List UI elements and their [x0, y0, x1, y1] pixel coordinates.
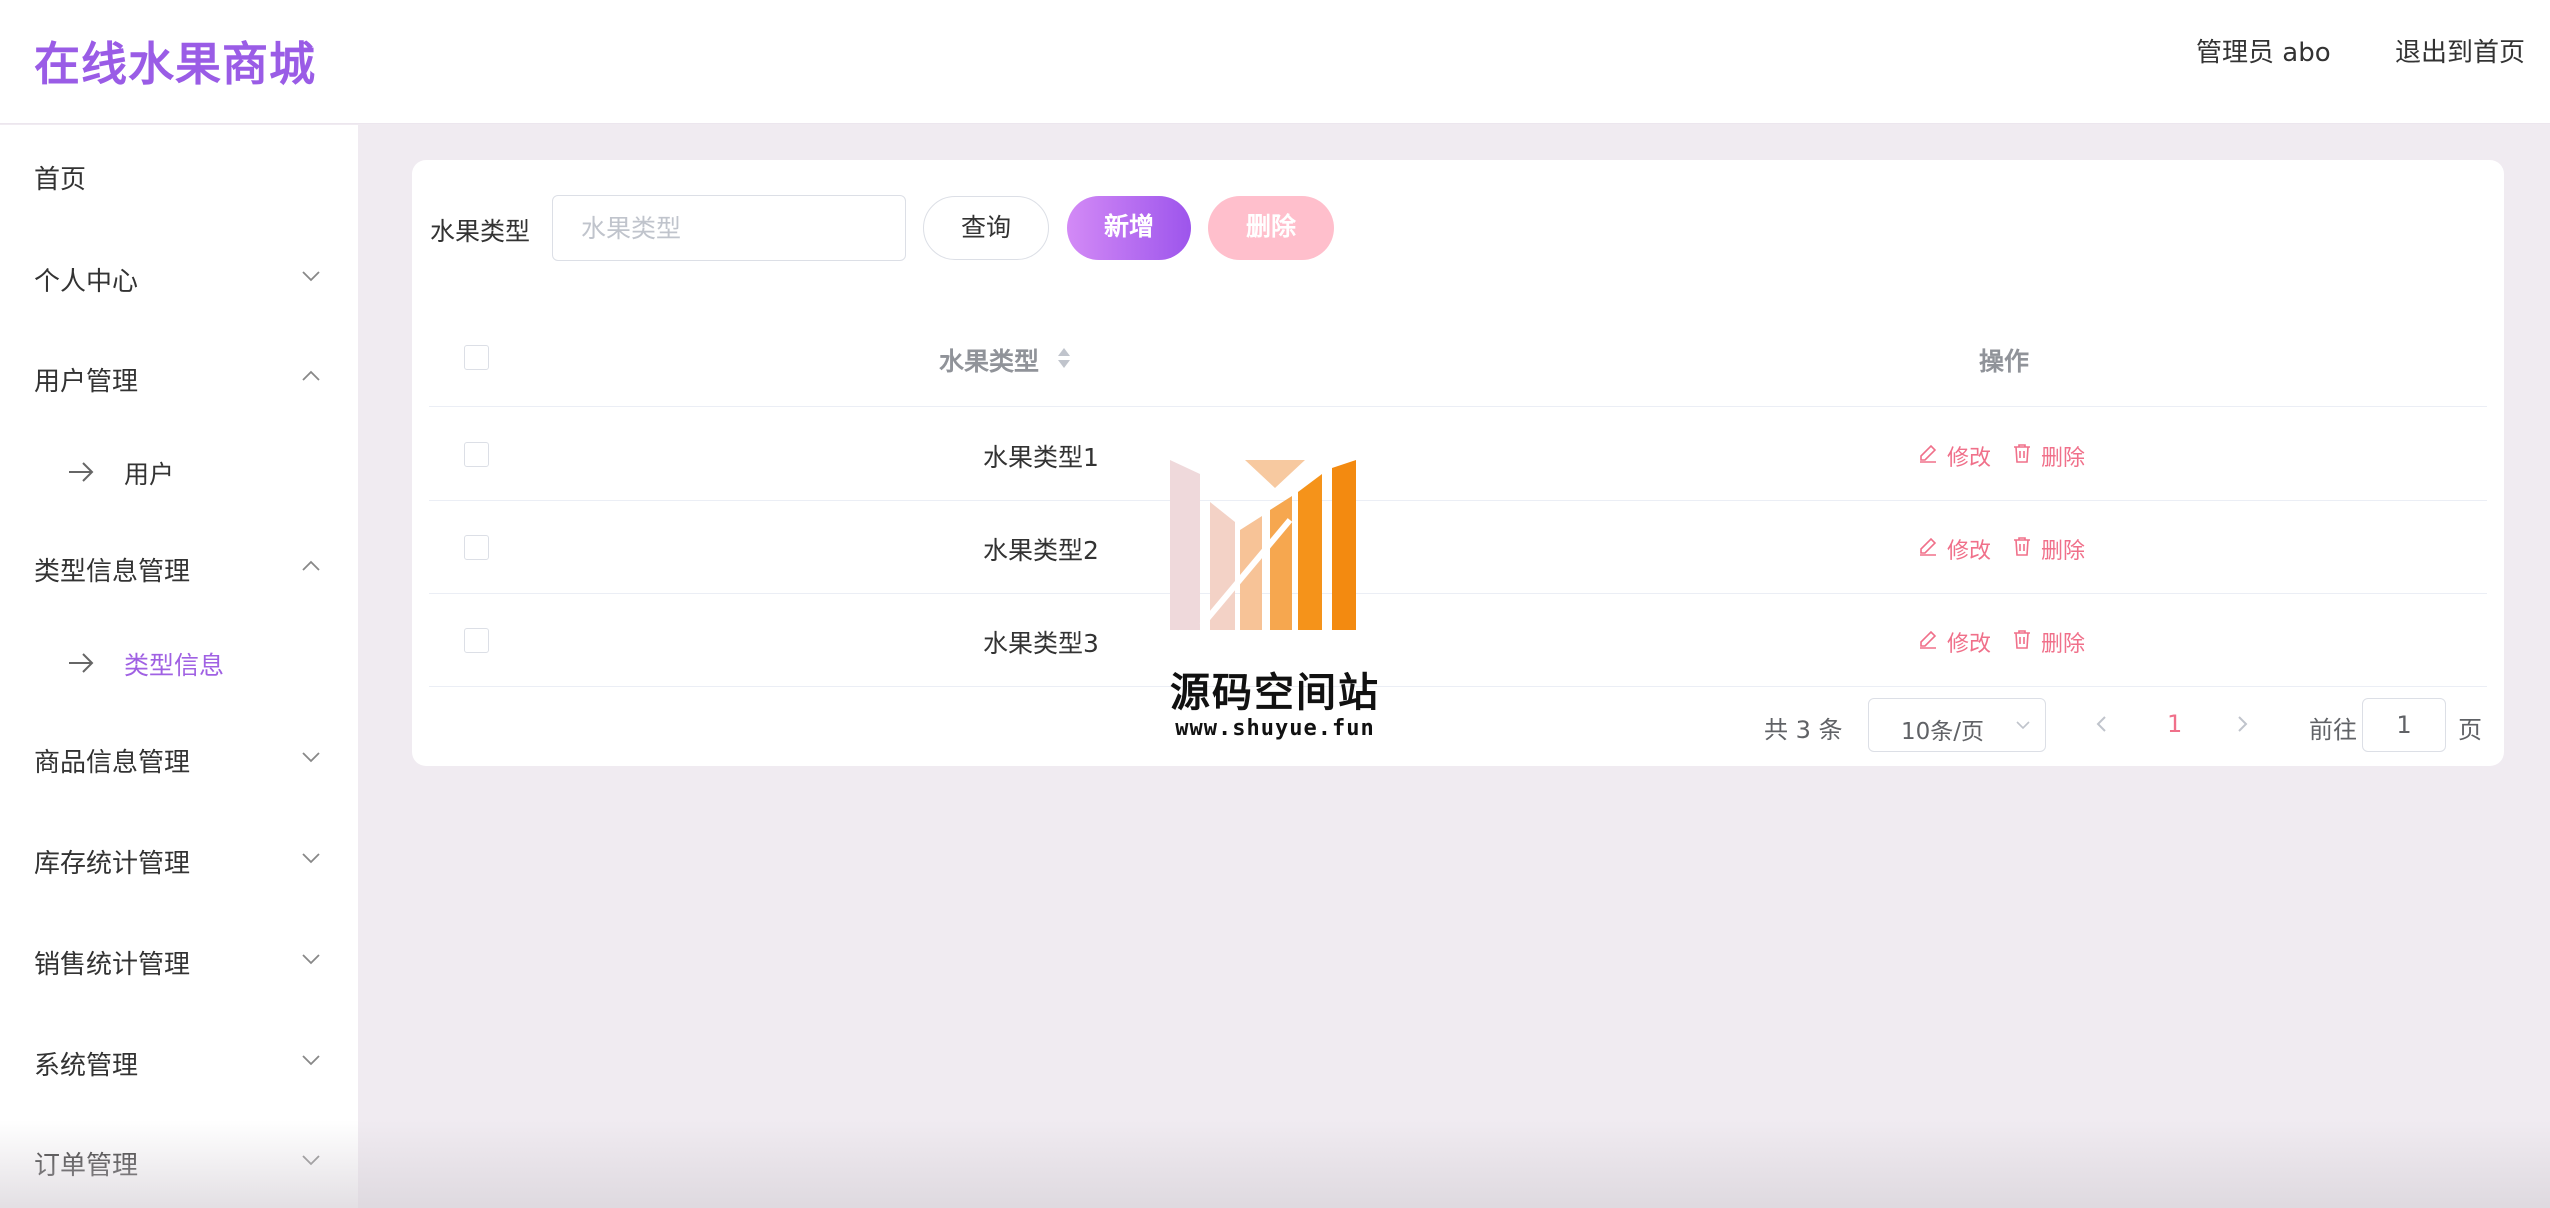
sidebar-item-label: 用户管理 — [34, 367, 139, 397]
fruit-type-search-input[interactable] — [552, 195, 906, 261]
watermark-url: www.shuyue.fun — [1175, 716, 1375, 741]
delete-label: 删除 — [2041, 539, 2086, 564]
delete-button[interactable]: 删除 — [2011, 626, 2087, 657]
sidebar-item-personal-center[interactable]: 个人中心 — [0, 247, 358, 307]
sidebar-subitem-label: 类型信息 — [124, 651, 225, 680]
arrow-right-icon — [69, 462, 94, 482]
column-header-fruit-type: 水果类型 — [939, 347, 1040, 376]
row-checkbox[interactable] — [464, 628, 489, 653]
row-checkbox[interactable] — [464, 442, 489, 467]
sidebar-item-label: 类型信息管理 — [34, 557, 191, 587]
trash-icon — [2014, 630, 2030, 649]
sidebar-item-order-management[interactable]: 订单管理 — [0, 1131, 358, 1191]
sidebar-item-home[interactable]: 首页 — [0, 145, 358, 205]
delete-label: 删除 — [2041, 632, 2086, 657]
goto-suffix: 页 — [2458, 716, 2482, 744]
arrow-right-icon — [69, 653, 94, 673]
page-number-current[interactable]: 1 — [2167, 710, 2182, 738]
sidebar-subitem-type-info[interactable]: 类型信息 — [0, 632, 358, 692]
chevron-up-icon — [302, 560, 320, 571]
table-row: 水果类型3 修改 删除 — [429, 594, 2487, 687]
edit-icon — [1920, 630, 1937, 649]
edit-icon — [1920, 537, 1937, 556]
column-header-actions: 操作 — [1979, 347, 2030, 376]
edit-button[interactable]: 修改 — [1917, 533, 1993, 564]
edit-icon — [1920, 444, 1937, 463]
content-card: 水果类型 查询 新增 删除 水果类型 操作 水果类型1 修改 删除 — [412, 160, 2504, 766]
watermark-title: 源码空间站 — [1170, 670, 1380, 716]
sidebar-item-label: 商品信息管理 — [34, 748, 191, 778]
batch-delete-button[interactable]: 删除 — [1208, 196, 1334, 260]
add-button[interactable]: 新增 — [1067, 196, 1191, 260]
query-button[interactable]: 查询 — [923, 196, 1049, 260]
chevron-down-icon — [2016, 721, 2030, 730]
sidebar-subitem-label: 用户 — [124, 460, 175, 489]
table-row: 水果类型1 修改 删除 — [429, 408, 2487, 501]
sidebar-item-user-management[interactable]: 用户管理 — [0, 347, 358, 407]
admin-user-label: 管理员 abo — [2196, 38, 2331, 68]
trash-icon — [2014, 444, 2030, 463]
sidebar-item-type-info-management[interactable]: 类型信息管理 — [0, 537, 358, 597]
sidebar-item-label: 系统管理 — [34, 1051, 139, 1081]
chevron-down-icon — [302, 954, 320, 965]
chevron-down-icon — [302, 1155, 320, 1166]
edit-button[interactable]: 修改 — [1917, 626, 1993, 657]
search-field-label: 水果类型 — [430, 217, 531, 246]
next-page-icon[interactable] — [2230, 712, 2254, 736]
select-all-checkbox[interactable] — [464, 345, 489, 370]
sidebar-item-label: 销售统计管理 — [34, 950, 191, 980]
top-header: 在线水果商城 管理员 abo 退出到首页 — [0, 0, 2550, 124]
sort-icon[interactable] — [1055, 345, 1073, 371]
chevron-down-icon — [302, 853, 320, 864]
exit-to-home-link[interactable]: 退出到首页 — [2395, 32, 2525, 69]
table-header: 水果类型 操作 — [429, 310, 2487, 407]
trash-icon — [2014, 537, 2030, 556]
table-row: 水果类型2 修改 删除 — [429, 501, 2487, 594]
watermark-logo — [1170, 460, 1356, 630]
page-size-value: 10条/页 — [1901, 719, 1985, 745]
edit-button[interactable]: 修改 — [1917, 440, 1993, 471]
prev-page-icon[interactable] — [2090, 712, 2114, 736]
row-checkbox[interactable] — [464, 535, 489, 560]
page-size-select[interactable]: 10条/页 — [1868, 698, 2046, 752]
sidebar-item-label: 个人中心 — [34, 267, 139, 297]
delete-button[interactable]: 删除 — [2011, 533, 2087, 564]
goto-label: 前往 — [2309, 716, 2357, 744]
chevron-up-icon — [302, 370, 320, 381]
watermark: 源码空间站 www.shuyue.fun — [1160, 460, 1390, 750]
sidebar-subitem-users[interactable]: 用户 — [0, 441, 358, 501]
sidebar-item-inventory-stats-management[interactable]: 库存统计管理 — [0, 829, 358, 889]
goto-page-input[interactable] — [2362, 698, 2446, 752]
app-brand-title: 在线水果商城 — [34, 37, 316, 91]
total-count: 共 3 条 — [1764, 716, 1843, 744]
sidebar-menu: 首页 个人中心 用户管理 用户 类型信息管理 类型信息 商品信息管理 库存统计管… — [0, 125, 358, 1208]
sidebar-item-system-management[interactable]: 系统管理 — [0, 1031, 358, 1091]
chevron-down-icon — [302, 271, 320, 282]
pagination: 共 3 条 10条/页 1 前往 页 — [412, 698, 2504, 760]
delete-button[interactable]: 删除 — [2011, 440, 2087, 471]
delete-label: 删除 — [2041, 446, 2086, 471]
edit-label: 修改 — [1947, 632, 1992, 657]
chevron-down-icon — [302, 752, 320, 763]
bottom-shadow — [0, 1120, 2550, 1208]
sidebar-item-sales-stats-management[interactable]: 销售统计管理 — [0, 930, 358, 990]
edit-label: 修改 — [1947, 446, 1992, 471]
sidebar-item-label: 库存统计管理 — [34, 849, 191, 879]
sidebar-item-label: 订单管理 — [34, 1151, 139, 1181]
chevron-down-icon — [302, 1055, 320, 1066]
sidebar-item-label: 首页 — [34, 165, 87, 195]
edit-label: 修改 — [1947, 539, 1992, 564]
sidebar-item-product-info-management[interactable]: 商品信息管理 — [0, 728, 358, 788]
